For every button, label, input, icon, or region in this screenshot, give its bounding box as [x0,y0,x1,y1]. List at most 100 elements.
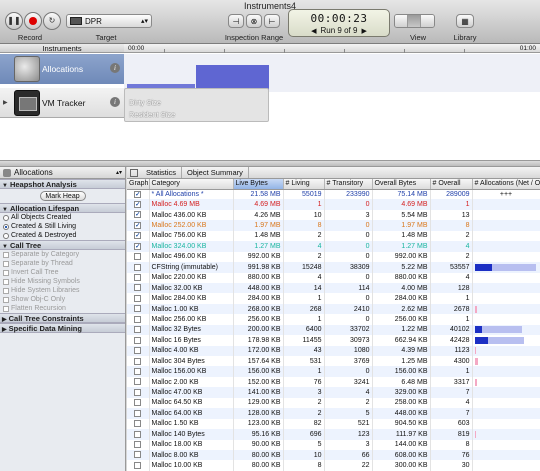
table-row[interactable]: Malloc 220.00 KB 880.00 KB 4 0 880.00 KB 4 [127,272,540,283]
column-header[interactable]: Live Bytes [233,179,284,190]
checkbox[interactable] [3,269,9,276]
graph-cell[interactable] [127,293,150,304]
graph-cell[interactable] [127,272,150,283]
instrument-allocations[interactable]: Allocations i [0,54,124,84]
lifespan-option[interactable]: Created & Destroyed [0,231,125,240]
inspection-start-button[interactable]: ⊣ [228,14,244,28]
table-row[interactable]: Malloc 496.00 KB 992.00 KB 2 0 992.00 KB 2 [127,251,540,263]
lifespan-option[interactable]: Created & Still Living [0,222,125,231]
table-row[interactable]: Malloc 140 Bytes 95.16 KB 696 123 111.97 KB 8… [127,429,540,440]
instrument-selector[interactable]: Allocations ▴▾ [0,167,125,179]
call-tree-option[interactable]: Invert Call Tree [0,268,125,277]
graph-cell[interactable] [127,460,150,471]
graph-cell[interactable]: ✓ [127,189,150,200]
previous-run-icon[interactable]: ◀ [311,28,316,35]
graph-checkbox[interactable] [134,399,142,407]
graph-checkbox[interactable] [134,378,142,386]
graph-cell[interactable] [127,439,150,450]
radio-button[interactable] [3,214,9,221]
table-row[interactable]: Malloc 156.00 KB 156.00 KB 1 0 156.00 KB 1 [127,366,540,377]
call-tree-option[interactable]: Hide Missing Symbols [0,277,125,286]
restart-button[interactable]: ↻ [43,12,61,30]
crumb-object-summary[interactable]: Object Summary [182,167,249,178]
graph-checkbox[interactable] [134,441,142,449]
call-tree-option[interactable]: Hide System Libraries [0,286,125,295]
graph-checkbox[interactable] [134,294,142,302]
graph-cell[interactable] [127,262,150,273]
graph-cell[interactable] [127,387,150,398]
graph-cell[interactable] [127,282,150,294]
table-row[interactable]: CFString (immutable) 991.98 KB 15248 38309 5… [127,262,540,273]
table-row[interactable]: Malloc 256.00 KB 256.00 KB 1 0 256.00 KB 1 [127,314,540,325]
table-row[interactable]: ✓ * All Allocations * 21.58 MB 55019 233990 7… [127,189,540,200]
call-tree-option[interactable]: Separate by Thread [0,259,125,268]
graph-cell[interactable] [127,429,150,440]
table-row[interactable]: Malloc 64.50 KB 129.00 KB 2 2 258.00 KB 4 [127,397,540,409]
table-row[interactable]: Malloc 32.00 KB 448.00 KB 14 114 4.00 MB 128 [127,282,540,294]
graph-checkbox[interactable] [134,253,142,261]
column-header[interactable]: # Overall [430,179,473,190]
next-run-icon[interactable]: ▶ [361,28,366,35]
graph-cell[interactable]: ✓ [127,230,150,242]
checkbox[interactable] [3,287,9,294]
view-extended-segment[interactable] [421,15,434,27]
table-row[interactable]: ✓ Malloc 324.00 KB 1.27 MB 4 0 1.27 MB 4 [127,241,540,252]
graph-checkbox[interactable]: ✓ [134,190,142,198]
grid-icon[interactable] [130,168,138,177]
graph-cell[interactable]: ✓ [127,241,150,252]
graph-cell[interactable] [127,397,150,409]
graph-cell[interactable]: ✓ [127,199,150,210]
allocations-track[interactable] [124,54,540,92]
graph-checkbox[interactable] [134,357,142,365]
checkbox[interactable] [3,260,9,267]
graph-cell[interactable]: ✓ [127,220,150,231]
graph-cell[interactable] [127,449,150,461]
section-specific-data-mining[interactable]: ▶ Specific Data Mining [0,323,125,333]
graph-cell[interactable] [127,408,150,419]
graph-checkbox[interactable] [134,274,142,282]
table-row[interactable]: Malloc 10.00 KB 80.00 KB 8 22 300.00 KB 30 [127,460,540,471]
table-row[interactable]: ✓ Malloc 252.00 KB 1.97 MB 8 0 1.97 MB 8 [127,220,540,231]
graph-checkbox[interactable] [134,409,142,417]
column-header[interactable]: Overall Bytes [372,179,431,190]
column-header[interactable]: # Transitory [324,179,373,190]
table-row[interactable]: Malloc 1.50 KB 123.00 KB 82 521 904.50 KB 603 [127,418,540,430]
instrument-vm-tracker[interactable]: ▶ VM Tracker i [0,88,124,118]
pause-button[interactable]: ❚❚ [5,12,23,30]
table-row[interactable]: Malloc 16 Bytes 178.98 KB 11455 30973 662.94… [127,335,540,346]
graph-checkbox[interactable]: ✓ [134,232,142,240]
table-row[interactable]: Malloc 18.00 KB 90.00 KB 5 3 144.00 KB 8 [127,439,540,450]
library-button[interactable]: ▦ [456,14,474,28]
graph-checkbox[interactable] [134,451,142,459]
section-lifespan[interactable]: ▼ Allocation Lifespan [0,203,125,213]
graph-checkbox[interactable] [134,315,142,323]
table-row[interactable]: ✓ Malloc 4.69 MB 4.69 MB 1 0 4.69 MB 1 [127,199,540,210]
mark-heap-button[interactable]: Mark Heap [39,191,86,201]
checkbox[interactable] [3,278,9,285]
table-row[interactable]: ✓ Malloc 436.00 KB 4.26 MB 10 3 5.54 MB 13 [127,209,540,221]
table-row[interactable]: Malloc 64.00 KB 128.00 KB 2 5 448.00 KB 7 [127,408,540,419]
checkbox[interactable] [3,251,9,258]
graph-cell[interactable] [127,345,150,356]
graph-cell[interactable] [127,251,150,263]
checkbox[interactable] [3,305,9,312]
graph-checkbox[interactable] [134,430,142,438]
graph-checkbox[interactable] [134,367,142,375]
section-heapshot[interactable]: ▼ Heapshot Analysis [0,179,125,189]
table-row[interactable]: Malloc 8.00 KB 80.00 KB 10 66 608.00 KB 76 [127,449,540,461]
graph-checkbox[interactable] [134,347,142,355]
graph-cell[interactable]: ✓ [127,209,150,221]
pane-splitter[interactable] [0,160,540,167]
graph-cell[interactable] [127,376,150,388]
inspection-clear-button[interactable]: ⊗ [246,14,262,28]
graph-checkbox[interactable] [134,326,142,334]
crumb-statistics[interactable]: Statistics [141,167,183,178]
graph-checkbox[interactable] [134,461,142,469]
call-tree-option[interactable]: Flatten Recursion [0,304,125,313]
table-row[interactable]: Malloc 32 Bytes 200.00 KB 6400 33702 1.22 MB… [127,324,540,336]
vm-tracker-track[interactable]: Dirty Size Resident Size [124,88,269,122]
table-row[interactable]: Malloc 2.00 KB 152.00 KB 76 3241 6.48 MB 3317 [127,376,540,388]
inspection-end-button[interactable]: ⊢ [264,14,280,28]
section-call-tree[interactable]: ▼ Call Tree [0,240,125,250]
radio-button[interactable] [3,232,9,239]
